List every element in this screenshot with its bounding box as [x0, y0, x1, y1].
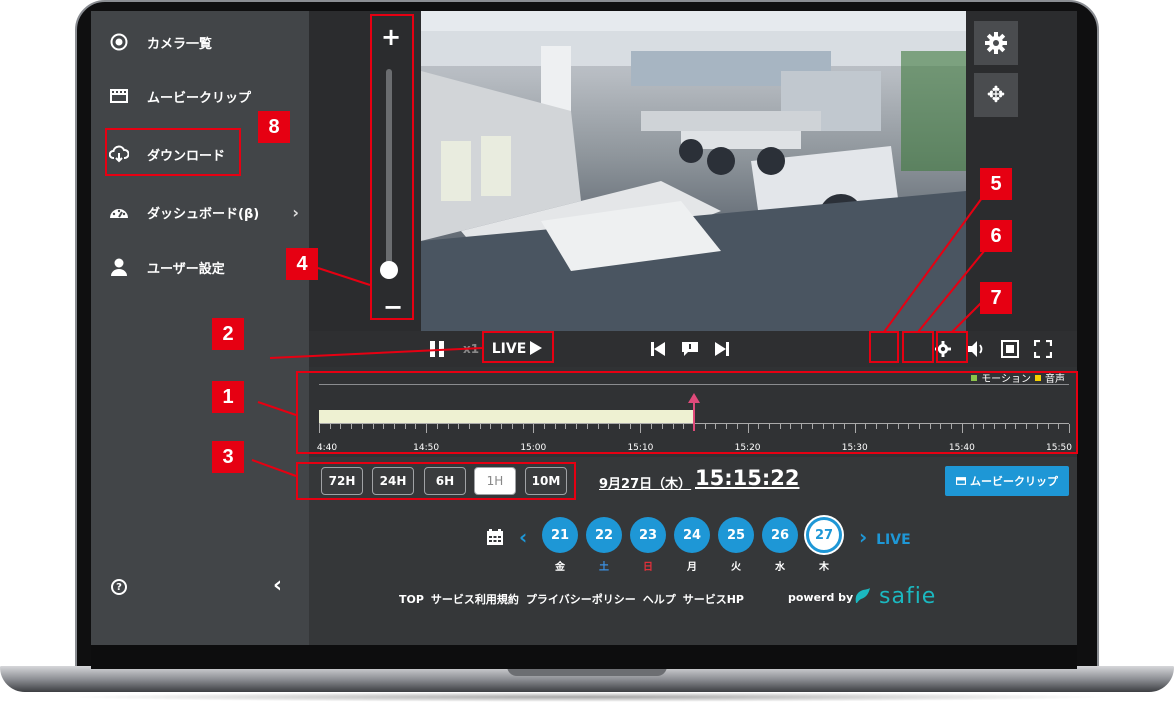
calendar-day-24[interactable]: 24: [674, 517, 710, 553]
annotation-box-timeline: [296, 371, 1078, 454]
laptop-bezel-bottom: [91, 645, 1077, 669]
movie-clip-label: ムービークリップ: [970, 475, 1058, 488]
office-scene-image: [421, 11, 966, 331]
annotation-box-range: [296, 462, 576, 500]
dashboard-icon: [109, 202, 129, 222]
sidebar-item-dashboard[interactable]: ダッシュボード(β) ›: [109, 199, 309, 225]
calendar-weekday: 土: [599, 562, 609, 573]
footer-links: TOP サービス利用規約 プライバシーポリシー ヘルプ サービスHP: [399, 591, 744, 607]
sidebar-item-movie-clip[interactable]: ムービークリップ: [109, 83, 251, 109]
sidebar: カメラ一覧 ムービークリップ ダウンロード ダッシュボード(β) › ユーザー設…: [91, 11, 309, 656]
camera-list-icon: [109, 32, 129, 52]
snapshot-icon[interactable]: [999, 339, 1021, 359]
powered-by-label: powerd by: [788, 591, 854, 604]
calendar-weekday: 木: [819, 562, 829, 573]
volume-icon[interactable]: [965, 339, 987, 359]
annotation-box-zoom: [370, 14, 414, 320]
annotation-badge-4: 4: [286, 248, 318, 280]
chevron-right-icon: ›: [859, 525, 868, 549]
footer-link[interactable]: サービスHP: [683, 591, 744, 607]
user-icon: [109, 257, 129, 277]
help-circle-icon[interactable]: ?: [111, 579, 127, 595]
annotation-badge-3: 3: [212, 441, 244, 473]
annotation-badge-2: 2: [212, 318, 244, 350]
calendar-day-25[interactable]: 25: [718, 517, 754, 553]
movie-clip-button[interactable]: ムービークリップ: [945, 466, 1069, 496]
annotation-box-volume: [869, 331, 899, 363]
calendar-day-23[interactable]: 23: [630, 517, 666, 553]
current-time: 15:15:22: [695, 466, 800, 490]
gear-icon[interactable]: [974, 21, 1018, 65]
annotation-box-fullscreen: [936, 331, 968, 363]
film-icon: [109, 86, 129, 106]
calendar-day-22[interactable]: 22: [586, 517, 622, 553]
chevron-left-icon[interactable]: ‹: [273, 573, 282, 598]
footer-link[interactable]: ヘルプ: [643, 591, 676, 607]
annotation-box-download: [105, 128, 241, 176]
annotation-badge-7: 7: [980, 282, 1012, 314]
calendar-next-live[interactable]: › LIVE: [859, 525, 911, 549]
sidebar-item-label: ムービークリップ: [147, 90, 252, 106]
calendar-day-26[interactable]: 26: [762, 517, 798, 553]
footer-link[interactable]: プライバシーポリシー: [526, 591, 636, 607]
annotation-badge-8: 8: [258, 111, 290, 143]
calendar-weekday: 月: [687, 562, 697, 573]
skip-forward-icon[interactable]: [711, 339, 733, 359]
chevron-right-icon: ›: [292, 202, 299, 222]
footer-link[interactable]: サービス利用規約: [431, 591, 519, 607]
fullscreen-icon[interactable]: [1032, 339, 1054, 359]
playback-speed-label[interactable]: x1: [459, 339, 483, 359]
annotation-badge-5: 5: [980, 168, 1012, 200]
calendar-weekday: 水: [775, 562, 785, 573]
sidebar-item-label: ユーザー設定: [147, 261, 225, 277]
calendar-weekday: 金: [555, 562, 565, 573]
calendar-weekday: 日: [643, 562, 653, 573]
annotation-badge-1: 1: [212, 381, 244, 413]
camera-video-feed: [421, 11, 966, 331]
footer-link[interactable]: TOP: [399, 593, 424, 606]
laptop-shadow: [60, 692, 1114, 702]
brand-name: safie: [879, 584, 937, 609]
calendar-day-21[interactable]: 21: [542, 517, 578, 553]
calendar-weekday: 火: [731, 562, 741, 573]
sidebar-item-camera-list[interactable]: カメラ一覧: [109, 29, 212, 55]
sidebar-item-label: ダッシュボード(β): [147, 206, 260, 222]
calendar-live-label: LIVE: [876, 532, 911, 548]
annotation-box-live: [482, 331, 554, 363]
event-flag-icon[interactable]: [679, 339, 701, 359]
pause-icon[interactable]: [427, 339, 447, 359]
sidebar-item-user-settings[interactable]: ユーザー設定: [109, 254, 225, 280]
safie-logo: safie: [853, 584, 936, 609]
annotation-box-snapshot: [902, 331, 934, 363]
sidebar-item-label: カメラ一覧: [147, 36, 213, 52]
calendar-icon[interactable]: [487, 529, 503, 549]
calendar-day-27[interactable]: 27: [806, 517, 842, 553]
current-date: 9月27日（木）: [599, 477, 692, 492]
move-icon[interactable]: ✥: [974, 73, 1018, 117]
skip-back-icon[interactable]: [647, 339, 669, 359]
film-icon: [956, 475, 966, 488]
calendar-prev-icon[interactable]: ‹: [519, 525, 527, 549]
annotation-badge-6: 6: [980, 220, 1012, 252]
